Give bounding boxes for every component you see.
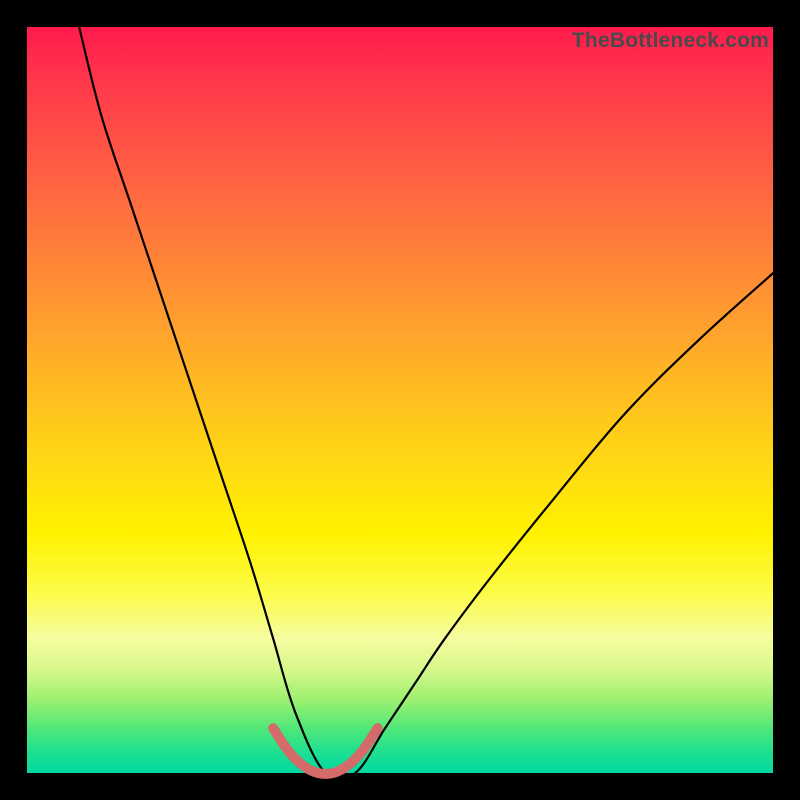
bottleneck-curve <box>79 27 773 780</box>
curve-layer <box>27 27 773 773</box>
plot-area: TheBottleneck.com <box>27 27 773 773</box>
chart-frame: TheBottleneck.com <box>0 0 800 800</box>
